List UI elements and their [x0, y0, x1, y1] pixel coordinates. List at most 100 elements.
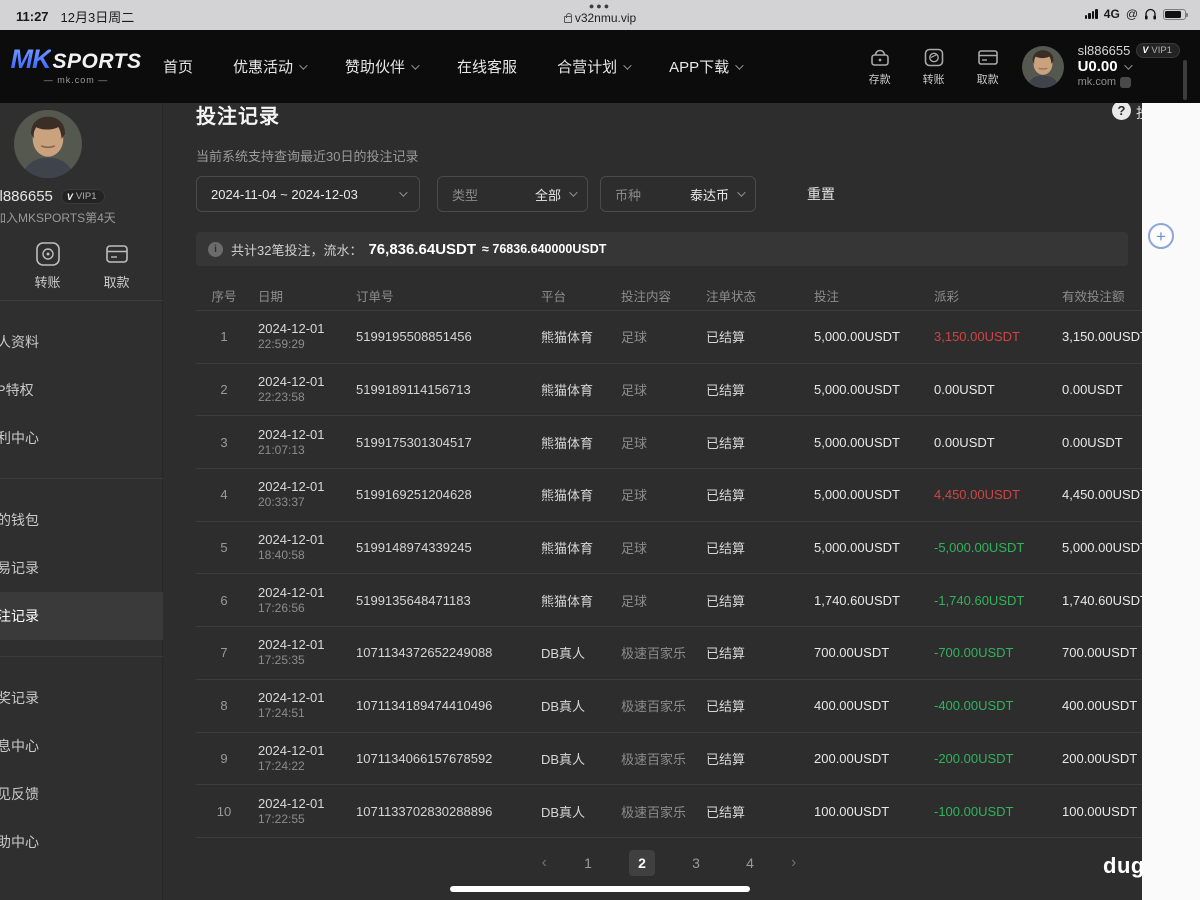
next-page-button[interactable]: ›: [791, 850, 796, 876]
cell-bet-amount: 200.00USDT: [814, 750, 890, 766]
sidebar-menu-item[interactable]: 个人资料: [0, 318, 163, 366]
scrollbar-thumb[interactable]: [1183, 60, 1187, 100]
sidebar-menu-item-label: 福利中心: [0, 430, 39, 446]
main-content: 投注记录 ? 投 当前系统支持查询最近30日的投注记录 2024-11-04 ~…: [178, 103, 1142, 900]
column-header: 投注: [814, 289, 840, 304]
home-indicator[interactable]: [450, 886, 750, 892]
cell-date-time: 17:25:35: [258, 653, 305, 668]
cell-date: 2024-12-01 17:24:51: [252, 690, 356, 721]
cell-date: 2024-12-01 17:26:56: [252, 585, 356, 616]
currency-select[interactable]: 币种 泰达币: [600, 176, 756, 212]
nav-menu-item[interactable]: APP下载: [669, 56, 744, 77]
divider: [0, 300, 163, 301]
page-button[interactable]: 4: [737, 850, 763, 876]
nav-menu-item[interactable]: 合营计划: [557, 56, 632, 77]
sidebar-menu-item[interactable]: 消息中心: [0, 722, 163, 770]
reset-button[interactable]: 重置: [807, 184, 835, 204]
chevron-down-icon: [411, 60, 420, 70]
username: sl886655: [1077, 43, 1131, 58]
cell-bet-amount: 5,000.00USDT: [814, 487, 900, 503]
chevron-down-icon: [569, 188, 578, 197]
column-header: 平台: [541, 289, 567, 304]
bank-card-icon: [977, 49, 998, 65]
sidebar-menu-item-label: 中奖记录: [0, 690, 39, 706]
nav-menu-item[interactable]: 优惠活动: [233, 56, 308, 77]
assistive-plus-button[interactable]: +: [1148, 223, 1174, 249]
nav-menu-item[interactable]: 首页: [163, 56, 193, 77]
column-header: 序号: [211, 289, 237, 304]
summary-amount: 76,836.64USDT: [368, 240, 477, 258]
table-row: 4 2024-12-01 20:33:37 5199169251204628 熊猫体育足…: [196, 468, 1142, 521]
cell-status: 已结算: [706, 646, 746, 662]
vip-badge: V VIP1: [60, 189, 105, 204]
cell-date-time: 17:22:55: [258, 811, 305, 826]
mk-sports-logo[interactable]: MK SPORTS — mk.com —: [11, 44, 141, 85]
sidebar-menu: 个人资料 VIP特权福利中心我的钱包交易记录投注记录中奖记录消息中心意见反馈帮助中…: [0, 318, 163, 866]
table-row: 10 2024-12-01 17:22:55 1071133702830288896 D…: [196, 784, 1142, 837]
query-hint-text: 当前系统支持查询最近30日的投注记录: [196, 149, 419, 164]
transfer-button[interactable]: 转账: [914, 47, 954, 87]
sidebar-menu-item[interactable]: 福利中心: [0, 414, 163, 462]
cell-valid-amount: 700.00USDT: [1062, 645, 1138, 661]
sidebar-menu-item[interactable]: 中奖记录: [0, 674, 163, 722]
headphones-icon: [1145, 8, 1156, 20]
cell-order-number: 5199169251204628: [356, 487, 472, 503]
sidebar-menu-item[interactable]: 投注记录: [0, 592, 163, 640]
tab-overview-dots-icon[interactable]: ●●●: [0, 2, 1200, 11]
balance-dropdown[interactable]: U0.00: [1078, 59, 1180, 74]
page-button[interactable]: 2: [629, 849, 655, 876]
sidebar-menu-item[interactable]: 帮助中心: [0, 818, 163, 866]
sidebar-menu-item-label: 帮助中心: [0, 834, 39, 850]
page-button[interactable]: 1: [575, 850, 601, 876]
cell-seq: 1: [220, 329, 228, 345]
cell-bet-content: 足球: [621, 383, 648, 399]
cell-seq: 2: [220, 382, 228, 398]
cell-order-number: 5199175301304517: [356, 434, 472, 450]
nav-menu-item[interactable]: 赞助伙伴: [345, 56, 420, 77]
cell-date-time: 22:23:58: [258, 390, 305, 405]
deposit-button[interactable]: 存款: [860, 47, 900, 87]
cell-date-day: 2024-12-01: [258, 426, 325, 442]
cell-bet-amount: 400.00USDT: [814, 698, 890, 714]
wallet-icon: [870, 49, 889, 66]
cell-seq: 10: [216, 803, 232, 819]
sidebar-menu-item[interactable]: VIP特权: [0, 366, 163, 414]
cell-bet-content: 极速百家乐: [621, 751, 687, 767]
cell-bet-content: 极速百家乐: [621, 646, 687, 662]
type-select[interactable]: 类型 全部: [437, 176, 588, 212]
cell-date: 2024-12-01 17:24:22: [252, 743, 356, 774]
nav-menu-item-label: 合营计划: [557, 59, 618, 76]
table-row: 7 2024-12-01 17:25:35 1071134372652249088 DB…: [196, 626, 1142, 679]
cell-date-day: 2024-12-01: [258, 321, 325, 337]
withdraw-button[interactable]: 取款: [968, 47, 1008, 87]
cell-bet-content: 极速百家乐: [621, 804, 687, 820]
cell-order-number: 1071134189474410496: [356, 698, 493, 714]
cell-bet-content: 足球: [621, 593, 648, 609]
nav-menu-item-label: 在线客服: [457, 59, 518, 76]
summary-approx: ≈ 76836.640000USDT: [482, 242, 607, 256]
sidebar-withdraw-button[interactable]: 取款: [82, 241, 151, 291]
sidebar-menu-item[interactable]: 交易记录: [0, 544, 163, 592]
cell-payout: -100.00USDT: [934, 803, 1014, 819]
prev-page-button[interactable]: ‹: [542, 850, 547, 876]
sidebar-menu-item-label: 我的钱包: [0, 512, 39, 528]
nav-menu-item[interactable]: 在线客服: [457, 56, 517, 77]
cell-status: 已结算: [706, 804, 746, 820]
date-range-value: 2024-11-04 ~ 2024-12-03: [211, 186, 358, 202]
address-bar[interactable]: v32nmu.vip: [563, 11, 636, 25]
cell-date-time: 17:26:56: [258, 600, 305, 615]
page-button[interactable]: 3: [683, 850, 709, 876]
chevron-down-icon: [735, 60, 744, 70]
ipad-status-bar: 11:27 12月3日周二 ●●● v32nmu.vip 4G @: [0, 0, 1200, 30]
sidebar-menu-item[interactable]: 我的钱包: [0, 496, 163, 544]
table-header: 序号 日期 订单号 平台 投注内容 注单状态 投注 派彩 有效投注额: [196, 280, 1142, 310]
avatar[interactable]: [1021, 45, 1064, 88]
sidebar-transfer-button[interactable]: 转账: [13, 241, 82, 291]
nav-menu-item-label: 赞助伙伴: [345, 59, 406, 76]
sidebar-menu-item[interactable]: 意见反馈: [0, 770, 163, 818]
hotspot-icon: @: [1125, 7, 1138, 21]
date-range-picker[interactable]: 2024-11-04 ~ 2024-12-03: [196, 176, 420, 212]
username: sl886655: [0, 188, 53, 205]
sidebar-menu-item-label: 消息中心: [0, 738, 39, 754]
cell-date: 2024-12-01 18:40:58: [252, 532, 356, 563]
